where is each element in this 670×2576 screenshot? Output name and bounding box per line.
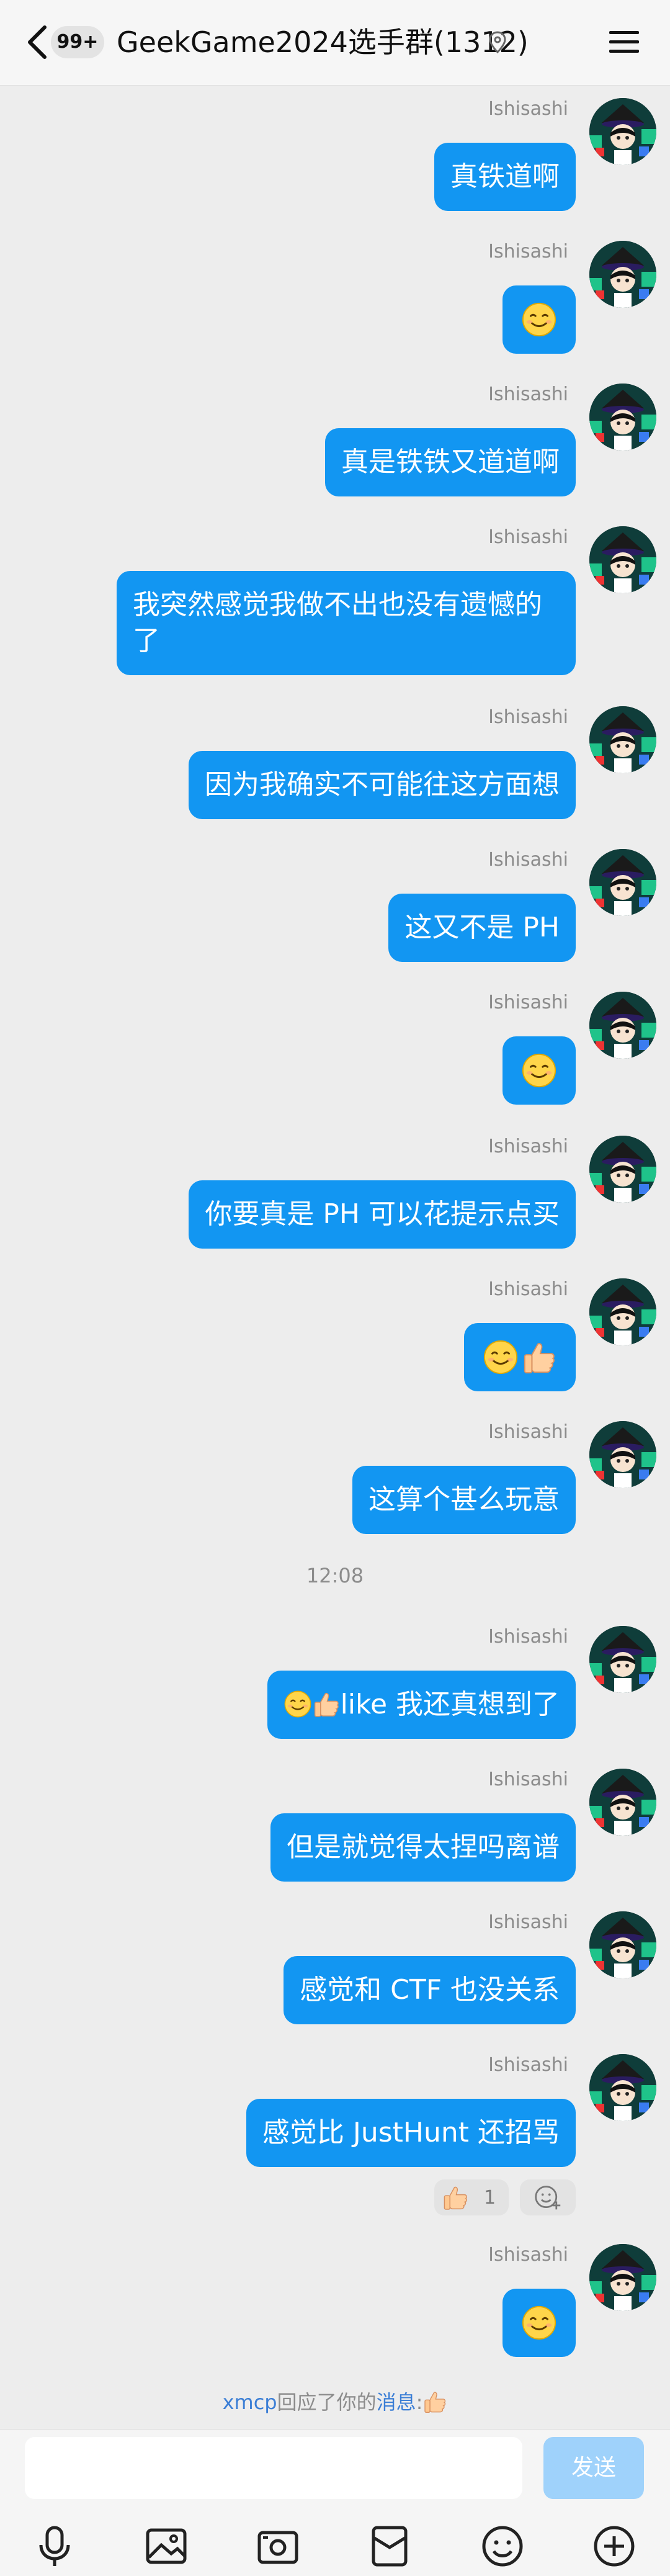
sender-name: Ishisashi [488, 526, 568, 548]
back-arrow-icon[interactable] [25, 24, 50, 61]
message-bubble[interactable]: 你要真是 PH 可以花提示点买 [189, 1180, 576, 1249]
smile-emoji-icon [483, 1340, 518, 1375]
smile-emoji-icon [522, 302, 556, 337]
avatar[interactable] [589, 1136, 656, 1203]
message-bubble[interactable]: 真铁道啊 [434, 143, 576, 211]
message-bubble[interactable]: 真是铁铁又道道啊 [325, 428, 576, 496]
red-packet-icon[interactable] [366, 2523, 413, 2570]
sender-name: Ishisashi [488, 384, 568, 405]
avatar[interactable] [589, 992, 656, 1059]
add-emoji-icon [535, 2186, 561, 2210]
camera-icon[interactable] [254, 2523, 302, 2570]
system-notice-suffix: : [416, 2390, 423, 2414]
smile-emoji-icon [522, 1053, 556, 1088]
message-text: 真铁道啊 [450, 161, 560, 192]
sender-name: Ishisashi [488, 1911, 568, 1933]
timestamp: 12:08 [306, 1564, 364, 1587]
sender-name: Ishisashi [488, 98, 568, 120]
sender-name: Ishisashi [488, 241, 568, 263]
sender-name: Ishisashi [488, 1769, 568, 1790]
smile-emoji-icon [522, 2305, 556, 2340]
plus-icon[interactable] [591, 2523, 638, 2570]
system-notice: xmcp回应了你的消息: [0, 2387, 670, 2415]
avatar[interactable] [589, 2054, 656, 2121]
message-input[interactable] [25, 2437, 522, 2499]
smile-emoji-icon [284, 1690, 311, 1718]
thumbs-up-emoji-icon [524, 1343, 555, 1374]
sender-name: Ishisashi [488, 1421, 568, 1443]
sender-name: Ishisashi [488, 2054, 568, 2076]
location-tag-icon [489, 31, 506, 53]
input-bar: 发送 [0, 2429, 670, 2576]
avatar[interactable] [589, 706, 656, 773]
avatar[interactable] [589, 98, 656, 165]
message-text: 感觉比 JustHunt 还招骂 [262, 2117, 560, 2148]
message-text: 这算个甚么玩意 [368, 1484, 560, 1515]
message-text: 这又不是 PH [404, 912, 560, 943]
message-bubble[interactable]: 但是就觉得太捏吗离谱 [270, 1813, 576, 1882]
send-button[interactable]: 发送 [543, 2437, 644, 2499]
sender-name: Ishisashi [488, 849, 568, 871]
sender-name: Ishisashi [488, 706, 568, 728]
message-text: 但是就觉得太捏吗离谱 [287, 1831, 560, 1863]
message-bubble[interactable]: 这又不是 PH [388, 894, 576, 962]
avatar[interactable] [589, 1626, 656, 1693]
reaction-thumbs-up[interactable]: 1 [434, 2179, 509, 2215]
emoji-message-bubble[interactable] [502, 1036, 576, 1105]
emoji-message-bubble[interactable] [502, 2289, 576, 2357]
emoji-message-bubble[interactable] [464, 1323, 576, 1391]
message-bubble[interactable]: 这算个甚么玩意 [352, 1466, 576, 1534]
message-text: 我突然感觉我做不出也没有遗憾的了 [133, 589, 542, 657]
message-text: 因为我确实不可能往这方面想 [205, 769, 560, 801]
sender-name: Ishisashi [488, 1626, 568, 1648]
message-bubble[interactable]: like 我还真想到了 [267, 1671, 576, 1739]
system-notice-text: 回应了你的 [277, 2390, 377, 2414]
reaction-count: 1 [484, 2187, 496, 2209]
message-bubble[interactable]: 我突然感觉我做不出也没有遗憾的了 [117, 571, 576, 675]
avatar[interactable] [589, 384, 656, 451]
avatar[interactable] [589, 1278, 656, 1345]
avatar[interactable] [589, 2244, 656, 2311]
avatar[interactable] [589, 1911, 656, 1978]
emoji-icon[interactable] [479, 2523, 526, 2570]
unread-badge[interactable]: 99+ [51, 26, 104, 58]
message-text: like 我还真想到了 [340, 1689, 560, 1720]
sender-name: Ishisashi [488, 992, 568, 1013]
system-notice-message-link[interactable]: 消息 [377, 2390, 416, 2414]
sender-name: Ishisashi [488, 1136, 568, 1157]
message-text: 你要真是 PH 可以花提示点买 [205, 1198, 560, 1230]
image-icon[interactable] [143, 2523, 190, 2570]
message-text: 真是铁铁又道道啊 [341, 446, 560, 478]
emoji-message-bubble[interactable] [502, 285, 576, 354]
message-bubble[interactable]: 感觉和 CTF 也没关系 [284, 1956, 576, 2024]
sender-name: Ishisashi [488, 1278, 568, 1300]
add-reaction-button[interactable] [520, 2179, 576, 2215]
menu-icon[interactable] [608, 27, 640, 57]
avatar[interactable] [589, 526, 656, 593]
message-text: 感觉和 CTF 也没关系 [300, 1974, 560, 2006]
system-notice-user[interactable]: xmcp [223, 2390, 277, 2414]
avatar[interactable] [589, 1421, 656, 1488]
thumbs-up-emoji-icon [444, 2186, 467, 2210]
avatar[interactable] [589, 241, 656, 308]
chat-header: 99+ GeekGame2024选手群(1312) [0, 0, 670, 86]
avatar[interactable] [589, 849, 656, 916]
message-bubble[interactable]: 因为我确实不可能往这方面想 [189, 751, 576, 819]
thumbs-up-emoji-icon [424, 2392, 446, 2413]
message-bubble[interactable]: 感觉比 JustHunt 还招骂 [246, 2099, 576, 2167]
sender-name: Ishisashi [488, 2244, 568, 2266]
chat-title[interactable]: GeekGame2024选手群(1312) [117, 24, 529, 61]
avatar[interactable] [589, 1769, 656, 1836]
microphone-icon[interactable] [31, 2523, 78, 2570]
thumbs-up-emoji-icon [314, 1693, 339, 1717]
